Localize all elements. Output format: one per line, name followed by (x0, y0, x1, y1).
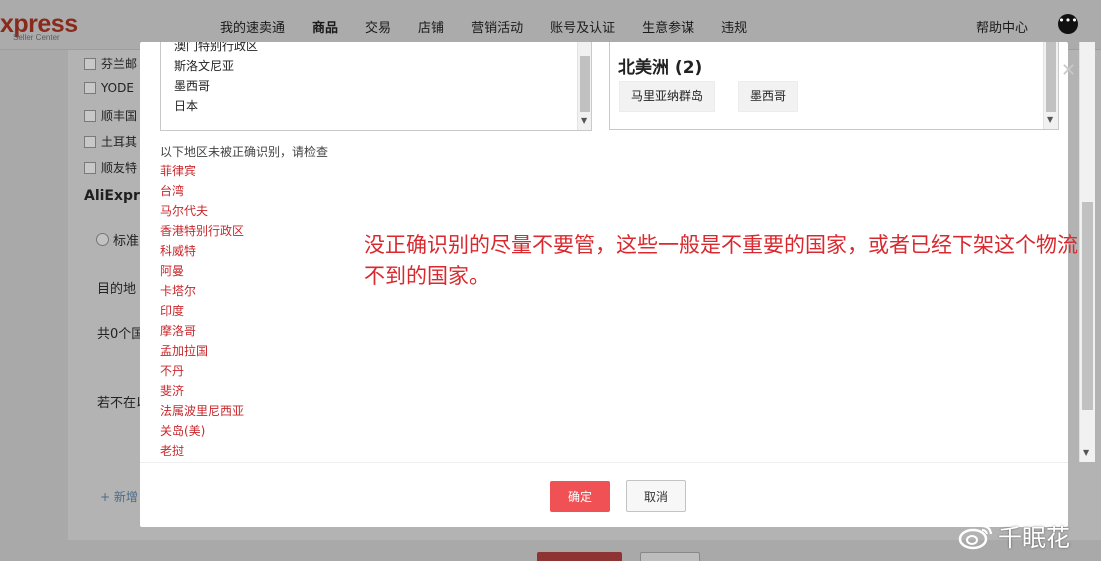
watermark-text: 千眠花 (998, 524, 1070, 552)
country-count-text: 共0个国 (97, 327, 145, 342)
logo-subtitle: Seller Center (13, 33, 60, 42)
bg-primary-button (537, 552, 622, 561)
dialog-scrollbar[interactable]: ▼ (1079, 42, 1095, 462)
country-list-box[interactable]: 澳门特别行政区 斯洛文尼亚 墨西哥 日本 ▼ (160, 42, 592, 131)
shipping-checkbox[interactable]: YODE (84, 81, 134, 95)
chat-bubble-icon[interactable]: ••• (1058, 14, 1078, 34)
radio-icon (96, 233, 109, 246)
unrecognized-item: 菲律宾 (160, 164, 197, 178)
list-item: 日本 (174, 99, 199, 113)
shipping-checkbox[interactable]: 顺丰国 (84, 107, 137, 124)
list-scrollbar[interactable]: ▼ (577, 42, 591, 130)
weibo-icon (958, 524, 993, 549)
cancel-button[interactable]: 取消 (626, 480, 686, 512)
unrecognized-item: 科威特 (160, 244, 197, 258)
shipping-checkbox[interactable]: 土耳其 (84, 133, 137, 150)
unrecognized-item: 卡塔尔 (160, 284, 197, 298)
annotation-note: 没正确识别的尽量不要管，这些一般是不重要的国家，或者已经下架这个物流不到的国家。 (364, 233, 1078, 288)
nav-item-business-advisor[interactable]: 生意参谋 (642, 17, 694, 36)
scroll-down-arrow-icon[interactable]: ▼ (1047, 115, 1053, 124)
list-item: 澳门特别行政区 (174, 42, 259, 53)
unrecognized-list: 菲律宾 台湾 马尔代夫 香港特别行政区 科威特 阿曼 卡塔尔 印度 摩洛哥 孟加… (160, 161, 244, 461)
checkbox-icon (84, 57, 96, 70)
unrecognized-item: 老挝 (160, 444, 185, 458)
checkbox-icon (84, 109, 96, 122)
unrecognized-item: 台湾 (160, 184, 185, 198)
nav-item-violations[interactable]: 违规 (721, 17, 747, 36)
country-tag[interactable]: 墨西哥 (738, 81, 799, 112)
bg-secondary-button (640, 552, 700, 561)
scroll-down-arrow-icon[interactable]: ▼ (1083, 448, 1089, 457)
unrecognized-item: 关岛(美) (160, 424, 206, 438)
unrecognized-item: 斐济 (160, 384, 185, 398)
close-icon[interactable]: ✕ (1061, 60, 1076, 81)
watermark: 千眠花 (958, 518, 1070, 553)
add-link[interactable]: + 新增 (100, 488, 138, 505)
unrecognized-hint: 以下地区未被正确识别，请检查 (160, 145, 329, 159)
scrollbar-thumb[interactable] (1082, 202, 1093, 410)
shipping-checkbox[interactable]: 顺友特 (84, 159, 137, 176)
unrecognized-item: 香港特别行政区 (160, 224, 245, 238)
checkbox-icon (84, 135, 96, 148)
standard-radio[interactable]: 标准 (96, 230, 139, 249)
region-title: 北美洲 (2) (618, 58, 703, 78)
country-tag[interactable]: 马里亚纳群岛 (619, 81, 716, 112)
region-scrollbar[interactable]: ▼ (1043, 42, 1058, 129)
nav-item-account[interactable]: 账号及认证 (550, 17, 615, 36)
confirm-button[interactable]: 确定 (550, 481, 610, 512)
main-nav: 我的速卖通 商品 交易 店铺 营销活动 账号及认证 生意参谋 违规 (220, 17, 774, 36)
footer-divider (140, 462, 1068, 463)
unrecognized-item: 马尔代夫 (160, 204, 209, 218)
checkbox-icon (84, 161, 96, 174)
scroll-down-arrow-icon[interactable]: ▼ (581, 116, 587, 125)
checkbox-icon (84, 82, 96, 94)
unrecognized-item: 孟加拉国 (160, 344, 209, 358)
nav-item-marketing[interactable]: 营销活动 (471, 17, 523, 36)
destination-label: 目的地 (97, 282, 137, 297)
nav-item-products[interactable]: 商品 (312, 17, 338, 36)
country-list: 澳门特别行政区 斯洛文尼亚 墨西哥 日本 (161, 42, 591, 116)
unrecognized-item: 摩洛哥 (160, 324, 197, 338)
list-item: 斯洛文尼亚 (174, 59, 235, 73)
scrollbar-thumb[interactable] (1046, 42, 1056, 112)
unrecognized-item: 不丹 (160, 364, 185, 378)
region-box-north-america: 北美洲 (2) 马里亚纳群岛 墨西哥 ▼ (609, 42, 1059, 130)
nav-item-my-aliexpress[interactable]: 我的速卖通 (220, 17, 285, 36)
unrecognized-item: 阿曼 (160, 264, 185, 278)
scrollbar-thumb[interactable] (580, 56, 590, 112)
shipping-checkbox[interactable]: 芬兰邮 (84, 55, 137, 72)
list-item: 墨西哥 (174, 79, 211, 93)
unrecognized-item: 法属波里尼西亚 (160, 404, 245, 418)
unrecognized-item: 印度 (160, 304, 185, 318)
help-center-link[interactable]: 帮助中心 (976, 17, 1028, 36)
nav-item-store[interactable]: 店铺 (418, 17, 444, 36)
nav-item-transactions[interactable]: 交易 (365, 17, 391, 36)
